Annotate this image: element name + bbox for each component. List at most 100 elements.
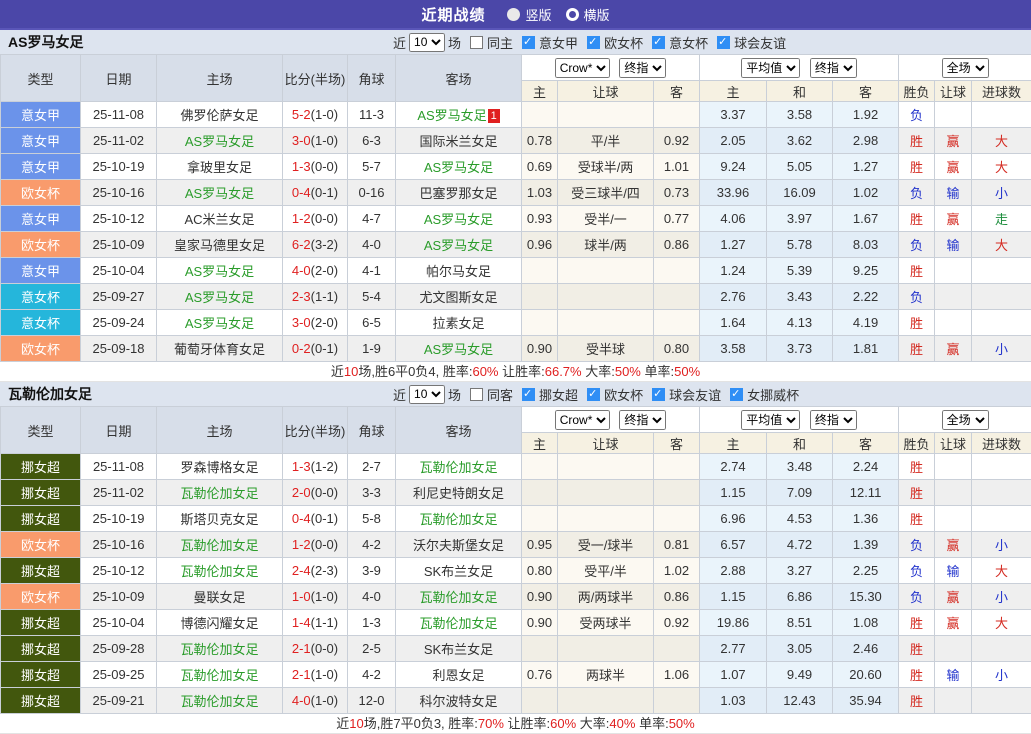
away-team-link[interactable]: 尤文图斯女足 — [396, 284, 522, 310]
league-checkbox-2[interactable] — [652, 36, 665, 49]
home-team-link[interactable]: 瓦勒伦加女足 — [157, 480, 283, 506]
avg-home-odds: 6.57 — [700, 532, 767, 558]
score-cell: 2-4(2-3) — [283, 558, 348, 584]
league-checkbox-3[interactable] — [730, 388, 743, 401]
home-team-link[interactable]: 瓦勒伦加女足 — [157, 636, 283, 662]
match-count-select[interactable]: 10 — [409, 385, 445, 404]
radio-unselected-icon[interactable] — [566, 8, 579, 21]
radio-selected-icon[interactable] — [507, 8, 520, 21]
match-row: 欧女杯25-10-09曼联女足1-0(1-0)4-0瓦勒伦加女足0.90两/两球… — [1, 584, 1031, 610]
match-count-select[interactable]: 10 — [409, 33, 445, 52]
home-team-link[interactable]: 曼联女足 — [157, 584, 283, 610]
home-team-link[interactable]: 拿玻里女足 — [157, 154, 283, 180]
col-date: 日期 — [81, 407, 157, 454]
handicap-line: 受球半/两 — [558, 154, 654, 180]
match-date: 25-10-09 — [81, 232, 157, 258]
result-cell: 胜 — [899, 480, 935, 506]
handicap-line: 受三球半/四 — [558, 180, 654, 206]
avg-home-odds: 1.15 — [700, 584, 767, 610]
away-team-link[interactable]: 拉素女足 — [396, 310, 522, 336]
handicap-result-cell — [935, 284, 972, 310]
score-cell: 1-2(0-0) — [283, 532, 348, 558]
away-team-link[interactable]: SK布兰女足 — [396, 558, 522, 584]
home-team-link[interactable]: 罗森博格女足 — [157, 454, 283, 480]
away-team-link[interactable]: AS罗马女足 — [396, 232, 522, 258]
away-team-link[interactable]: AS罗马女足 — [396, 154, 522, 180]
avg-away-odds: 1.36 — [833, 506, 899, 532]
handicap-away-odds: 0.73 — [654, 180, 700, 206]
final-odds-select-2[interactable]: 终指 — [810, 58, 857, 78]
handicap-result-cell: 赢 — [935, 154, 972, 180]
league-checkbox-3[interactable] — [717, 36, 730, 49]
home-team-link[interactable]: AS罗马女足 — [157, 310, 283, 336]
final-odds-select-1[interactable]: 终指 — [619, 58, 666, 78]
match-row: 挪女超25-09-25瓦勒伦加女足2-1(1-0)4-2利恩女足0.76两球半1… — [1, 662, 1031, 688]
home-team-link[interactable]: 博德闪耀女足 — [157, 610, 283, 636]
match-row: 挪女超25-09-28瓦勒伦加女足2-1(0-0)2-5SK布兰女足2.773.… — [1, 636, 1031, 662]
home-team-link[interactable]: 瓦勒伦加女足 — [157, 558, 283, 584]
match-date: 25-11-02 — [81, 480, 157, 506]
same-venue-checkbox[interactable] — [470, 388, 483, 401]
league-checkbox-1[interactable] — [587, 388, 600, 401]
layout-radio-horizontal[interactable]: 横版 — [566, 5, 610, 24]
away-team-link[interactable]: 巴塞罗那女足 — [396, 180, 522, 206]
bookmaker-select[interactable]: Crow* — [555, 410, 610, 430]
home-team-link[interactable]: 皇家马德里女足 — [157, 232, 283, 258]
home-team-link[interactable]: 斯塔贝克女足 — [157, 506, 283, 532]
away-team-link[interactable]: 瓦勒伦加女足 — [396, 454, 522, 480]
result-cell: 胜 — [899, 454, 935, 480]
handicap-away-odds — [654, 258, 700, 284]
bookmaker-select[interactable]: Crow* — [555, 58, 610, 78]
result-cell: 胜 — [899, 258, 935, 284]
home-team-link[interactable]: AS罗马女足 — [157, 258, 283, 284]
league-checkbox-2[interactable] — [652, 388, 665, 401]
home-team-link[interactable]: 葡萄牙体育女足 — [157, 336, 283, 362]
average-select[interactable]: 平均值 — [741, 58, 800, 78]
scope-select[interactable]: 全场 — [942, 58, 989, 78]
away-team-link[interactable]: AS罗马女足1 — [396, 102, 522, 128]
layout-radio-vertical[interactable]: 竖版 — [507, 5, 551, 24]
home-team-link[interactable]: 佛罗伦萨女足 — [157, 102, 283, 128]
corner-cell: 5-8 — [348, 506, 396, 532]
same-venue-checkbox[interactable] — [470, 36, 483, 49]
final-odds-select-1[interactable]: 终指 — [619, 410, 666, 430]
away-team-link[interactable]: AS罗马女足 — [396, 206, 522, 232]
matches-table: 类型 日期 主场 比分(半场) 角球 客场 Crow* 终指 平均值 终指 全场 — [0, 54, 1031, 362]
league-badge: 欧女杯 — [1, 232, 81, 258]
away-team-link[interactable]: 瓦勒伦加女足 — [396, 610, 522, 636]
avg-away-odds: 15.30 — [833, 584, 899, 610]
away-team-link[interactable]: 利尼史特朗女足 — [396, 480, 522, 506]
home-team-link[interactable]: AS罗马女足 — [157, 128, 283, 154]
home-team-link[interactable]: AS罗马女足 — [157, 180, 283, 206]
league-checkbox-0[interactable] — [522, 36, 535, 49]
away-team-link[interactable]: 帕尔马女足 — [396, 258, 522, 284]
away-team-link[interactable]: 科尔波特女足 — [396, 688, 522, 714]
home-team-link[interactable]: 瓦勒伦加女足 — [157, 662, 283, 688]
result-cell: 胜 — [899, 154, 935, 180]
away-team-link[interactable]: 国际米兰女足 — [396, 128, 522, 154]
home-team-link[interactable]: AC米兰女足 — [157, 206, 283, 232]
away-team-link[interactable]: SK布兰女足 — [396, 636, 522, 662]
scope-select[interactable]: 全场 — [942, 410, 989, 430]
away-team-link[interactable]: 沃尔夫斯堡女足 — [396, 532, 522, 558]
avg-away-odds: 2.25 — [833, 558, 899, 584]
average-select[interactable]: 平均值 — [741, 410, 800, 430]
handicap-home-odds: 1.03 — [522, 180, 558, 206]
scope-controls: 全场 — [899, 407, 1031, 433]
sub-away: 客 — [654, 81, 700, 102]
match-row: 欧女杯25-10-09皇家马德里女足6-2(3-2)4-0AS罗马女足0.96球… — [1, 232, 1031, 258]
league-checkbox-0[interactable] — [522, 388, 535, 401]
final-odds-select-2[interactable]: 终指 — [810, 410, 857, 430]
home-team-link[interactable]: 瓦勒伦加女足 — [157, 688, 283, 714]
away-team-link[interactable]: AS罗马女足 — [396, 336, 522, 362]
match-row: 欧女杯25-10-16AS罗马女足0-4(0-1)0-16巴塞罗那女足1.03受… — [1, 180, 1031, 206]
away-team-link[interactable]: 瓦勒伦加女足 — [396, 584, 522, 610]
home-team-link[interactable]: AS罗马女足 — [157, 284, 283, 310]
home-team-link[interactable]: 瓦勒伦加女足 — [157, 532, 283, 558]
league-badge: 意女杯 — [1, 284, 81, 310]
col-score: 比分(半场) — [283, 55, 348, 102]
match-date: 25-09-24 — [81, 310, 157, 336]
away-team-link[interactable]: 瓦勒伦加女足 — [396, 506, 522, 532]
league-checkbox-1[interactable] — [587, 36, 600, 49]
away-team-link[interactable]: 利恩女足 — [396, 662, 522, 688]
